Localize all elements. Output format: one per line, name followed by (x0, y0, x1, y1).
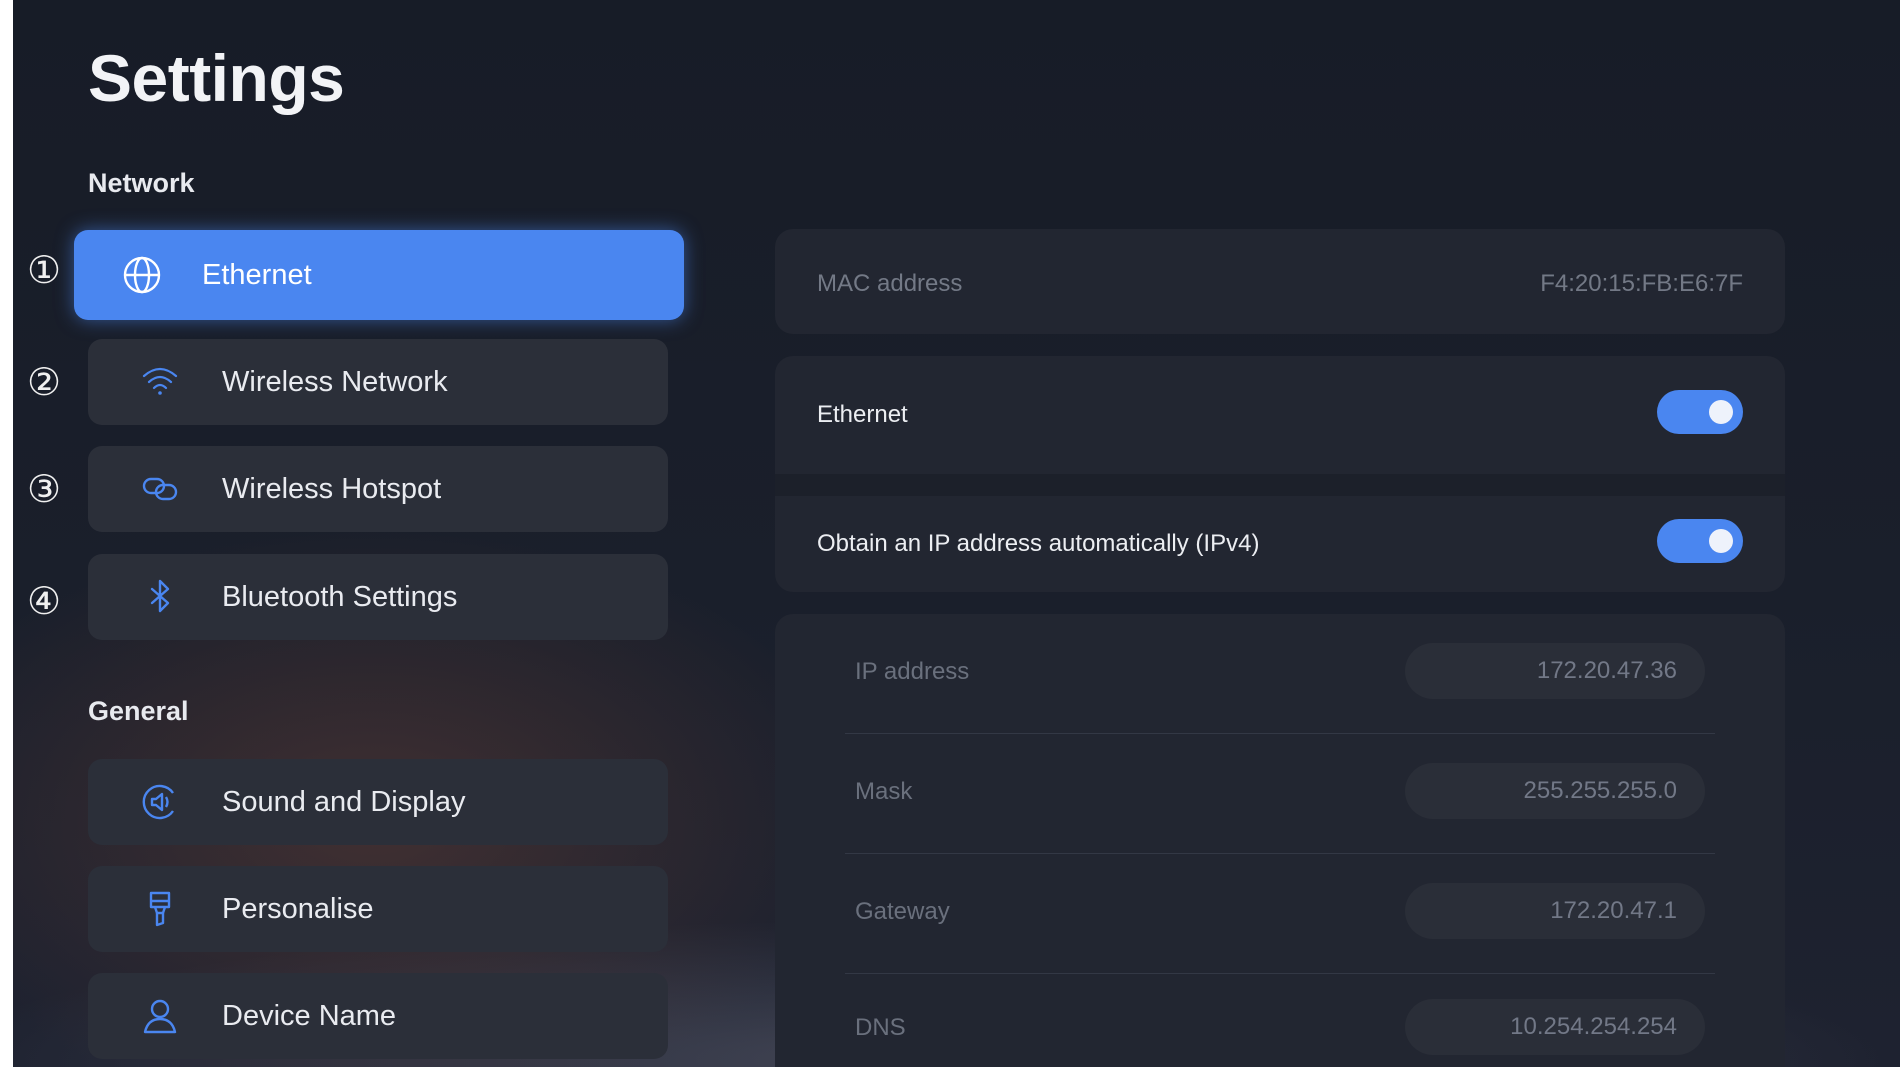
sidebar-item-label: Personalise (222, 892, 374, 925)
sidebar-item-wireless-hotspot[interactable]: Wireless Hotspot (88, 446, 668, 532)
section-title-general: General (88, 696, 189, 726)
marker-2: ② (26, 360, 62, 404)
marker-1: ① (26, 248, 62, 292)
speaker-icon (138, 780, 182, 824)
paintbrush-icon (138, 887, 182, 931)
ip-address-field[interactable]: 172.20.47.36 (1405, 643, 1705, 699)
toggle-knob (1709, 529, 1733, 553)
gateway-field[interactable]: 172.20.47.1 (1405, 883, 1705, 939)
gateway-label: Gateway (855, 898, 950, 925)
mask-field[interactable]: 255.255.255.0 (1405, 763, 1705, 819)
sidebar-item-personalise[interactable]: Personalise (88, 866, 668, 952)
sidebar-item-label: Ethernet (202, 258, 312, 291)
sidebar-item-wireless-network[interactable]: Wireless Network (88, 339, 668, 425)
sidebar-item-sound-and-display[interactable]: Sound and Display (88, 759, 668, 845)
ip-address-row: IP address 172.20.47.36 (845, 614, 1715, 734)
auto-ip-toggle[interactable] (1657, 519, 1743, 563)
sidebar-item-label: Wireless Hotspot (222, 472, 442, 505)
ethernet-toggle-label: Ethernet (817, 401, 908, 428)
section-title-network: Network (88, 168, 195, 198)
page-title: Settings (88, 41, 345, 115)
marker-3: ③ (26, 467, 62, 511)
bluetooth-icon (138, 575, 182, 619)
ip-address-label: IP address (855, 658, 970, 685)
sidebar-item-bluetooth-settings[interactable]: Bluetooth Settings (88, 554, 668, 640)
sidebar-item-ethernet[interactable]: Ethernet (74, 230, 684, 320)
toggle-knob (1709, 400, 1733, 424)
dns-row: DNS 10.254.254.254 (845, 974, 1715, 1067)
connection-card: Ethernet Obtain an IP address automatica… (775, 356, 1785, 592)
dns-label: DNS (855, 1014, 906, 1041)
mask-label: Mask (855, 778, 913, 805)
globe-icon (120, 253, 164, 297)
sidebar-item-label: Sound and Display (222, 785, 466, 818)
marker-4: ④ (26, 579, 62, 623)
wifi-icon (138, 360, 182, 404)
dns-field[interactable]: 10.254.254.254 (1405, 999, 1705, 1055)
mac-address-value: F4:20:15:FB:E6:7F (1540, 270, 1743, 297)
ip-configuration-card: IP address 172.20.47.36 Mask 255.255.255… (775, 614, 1785, 1067)
mask-row: Mask 255.255.255.0 (845, 734, 1715, 854)
mac-address-card: MAC address F4:20:15:FB:E6:7F (775, 229, 1785, 334)
mac-address-label: MAC address (817, 270, 963, 297)
auto-ip-toggle-label: Obtain an IP address automatically (IPv4… (817, 530, 1260, 557)
ethernet-toggle[interactable] (1657, 390, 1743, 434)
sidebar-item-device-name[interactable]: Device Name (88, 973, 668, 1059)
settings-screen: Settings Network Ethernet Wireless Netwo… (13, 0, 1900, 1067)
sidebar-item-label: Wireless Network (222, 365, 448, 398)
gateway-row: Gateway 172.20.47.1 (845, 854, 1715, 974)
hotspot-link-icon (138, 467, 182, 511)
sidebar-item-label: Device Name (222, 999, 397, 1032)
sidebar-item-label: Bluetooth Settings (222, 580, 458, 613)
card-separator (775, 474, 1785, 496)
user-icon (138, 994, 182, 1038)
